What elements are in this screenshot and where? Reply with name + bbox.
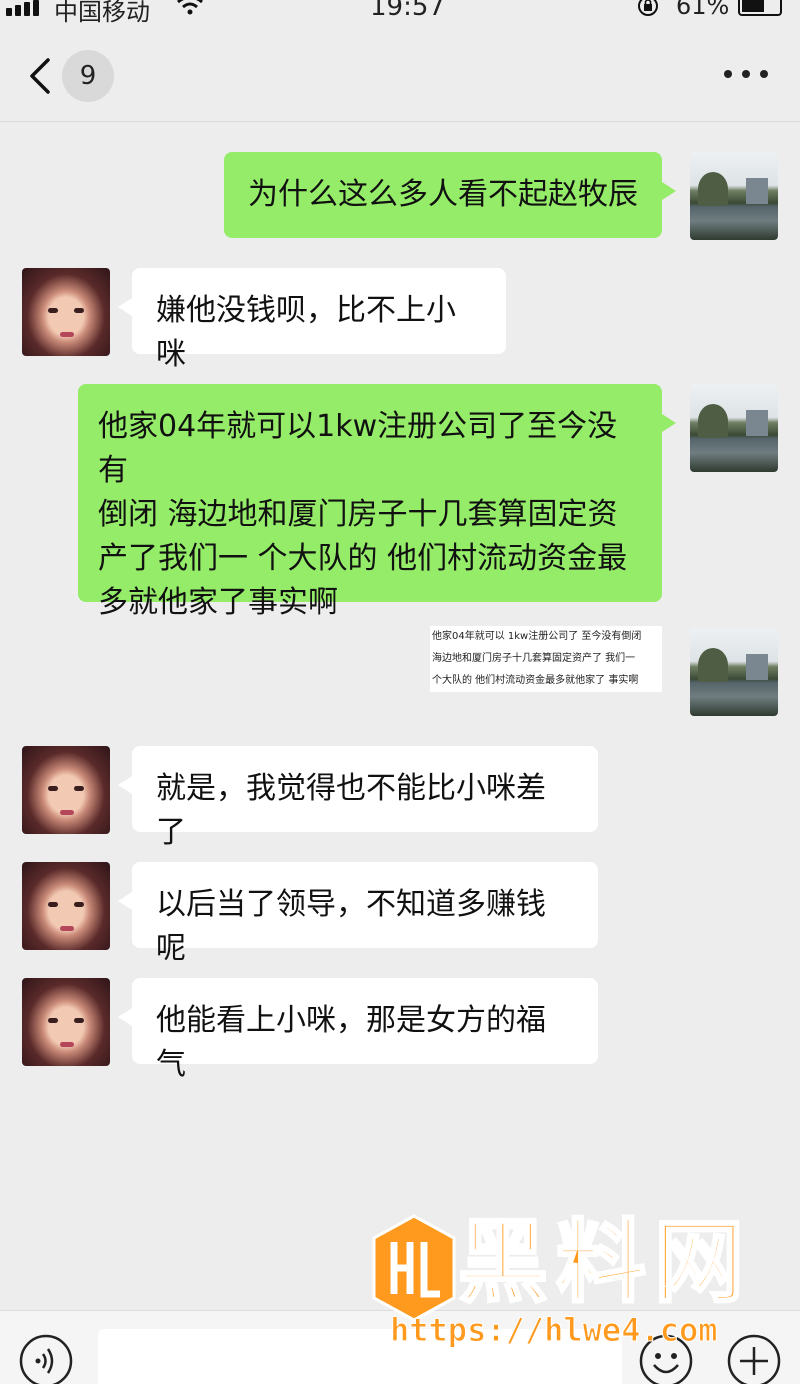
message-list: 为什么这么多人看不起赵牧辰 嫌他没钱呗，比不上小咪 他家04年就可以1kw注册公…: [0, 122, 800, 1310]
message-text: 嫌他没钱呗，比不上小咪: [156, 293, 456, 372]
battery-fill: [742, 0, 764, 12]
contact-avatar[interactable]: [22, 978, 110, 1066]
image-message[interactable]: 他家04年就可以 1kw注册公司了 至今没有倒闭 海边地和厦门房子十几套算固定资…: [430, 626, 662, 692]
incoming-message-bubble[interactable]: 他能看上小咪，那是女方的福气: [118, 978, 598, 1082]
image-text-line: 他家04年就可以 1kw注册公司了 至今没有倒闭: [432, 631, 642, 642]
incoming-message-bubble[interactable]: 就是，我觉得也不能比小咪差了: [118, 746, 598, 850]
voice-icon[interactable]: [18, 1333, 74, 1384]
wifi-icon: [177, 0, 203, 15]
message-text: 以后当了领导，不知道多赚钱呢: [156, 887, 546, 966]
rotation-lock-icon: [638, 0, 658, 16]
self-avatar[interactable]: [690, 384, 778, 472]
message-text: 就是，我觉得也不能比小咪差了: [156, 771, 546, 850]
outgoing-message-bubble[interactable]: 他家04年就可以1kw注册公司了至今没有 倒闭 海边地和厦门房子十几套算固定资 …: [78, 384, 676, 620]
plus-icon[interactable]: [726, 1333, 782, 1384]
image-text-line: 海边地和厦门房子十几套算固定资产了 我们一: [432, 653, 636, 664]
message-line: 产了我们一 个大队的 他们村流动资金最: [98, 541, 628, 576]
contact-avatar[interactable]: [22, 268, 110, 356]
battery-percent: 61%: [676, 0, 730, 20]
watermark-name: 黑料网: [457, 1209, 752, 1317]
watermark-url: https://hlwe4.com: [390, 1311, 719, 1350]
carrier-name: 中国移动: [54, 0, 150, 26]
contact-avatar[interactable]: [22, 746, 110, 834]
status-bar: 中国移动 19:57 61%: [0, 0, 800, 30]
incoming-message-bubble[interactable]: 嫌他没钱呗，比不上小咪: [118, 268, 506, 372]
message-line: 多就他家了事实啊: [98, 585, 338, 620]
chevron-left-icon[interactable]: [26, 56, 56, 96]
outgoing-message-bubble[interactable]: 为什么这么多人看不起赵牧辰: [224, 152, 676, 238]
image-text-line: 个大队的 他们村流动资金最多就他家了 事实啊: [432, 675, 639, 686]
chat-header: 9: [0, 30, 800, 122]
incoming-message-bubble[interactable]: 以后当了领导，不知道多赚钱呢: [118, 862, 598, 966]
clock-time: 19:57: [370, 0, 445, 22]
message-line: 倒闭 海边地和厦门房子十几套算固定资: [98, 497, 618, 532]
message-line: 他家04年就可以1kw注册公司了至今没有: [98, 409, 618, 488]
battery-icon: [738, 0, 782, 16]
contact-avatar[interactable]: [22, 862, 110, 950]
self-avatar[interactable]: [690, 628, 778, 716]
message-text: 他能看上小咪，那是女方的福气: [156, 1003, 546, 1082]
self-avatar[interactable]: [690, 152, 778, 240]
signal-icon: [6, 0, 46, 18]
message-text: 为什么这么多人看不起赵牧辰: [248, 177, 638, 212]
unread-count-badge[interactable]: 9: [62, 50, 114, 102]
more-dots-icon[interactable]: [722, 64, 770, 84]
